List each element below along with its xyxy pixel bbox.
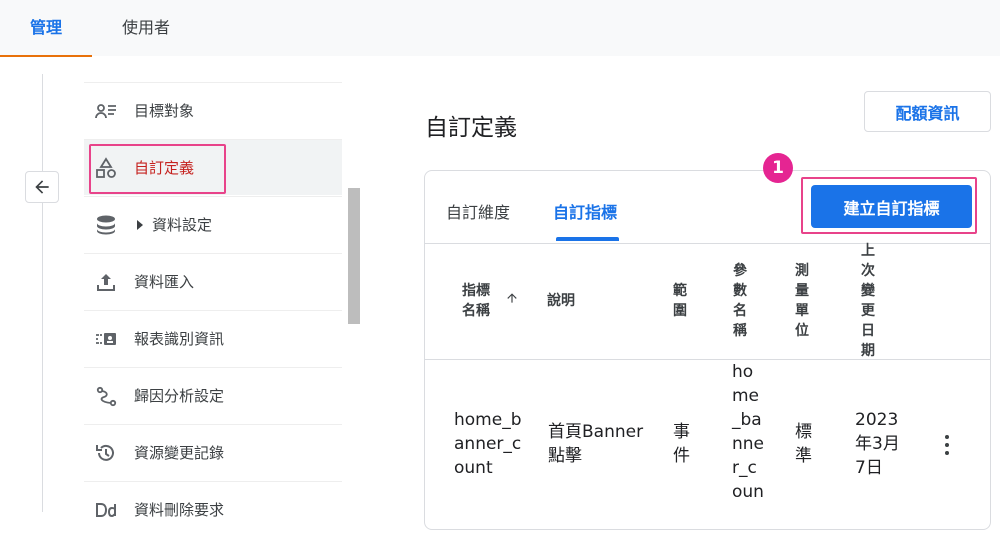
cell-event-parameter: ho me _ba nne r_c oun — [732, 362, 765, 502]
active-tab-indicator — [556, 237, 619, 241]
sidebar-item-label: 資料刪除要求 — [134, 501, 225, 519]
cell-scope: 事件 — [673, 422, 690, 466]
cell-unit: 標準 — [795, 422, 812, 466]
sidebar-item-label: 資料設定 — [152, 216, 213, 234]
back-button[interactable] — [25, 171, 59, 203]
sidebar-item-data-settings[interactable]: 資料設定 — [84, 196, 342, 252]
cell-metric-name: home_b anner_c ount — [454, 410, 522, 478]
arrow-up-icon[interactable] — [505, 291, 519, 305]
sidebar-item-attribution-settings[interactable]: 歸因分析設定 — [84, 367, 342, 423]
column-header-unit: 測量單位 — [795, 263, 809, 339]
history-icon — [94, 441, 118, 465]
sidebar-item-label: 報表識別資訊 — [134, 330, 225, 348]
data-deletion-icon — [94, 498, 118, 522]
sidebar-item-label: 資源變更記錄 — [134, 444, 225, 462]
audience-icon — [94, 99, 118, 123]
tab-admin[interactable]: 管理 — [0, 0, 92, 56]
sidebar-item-label: 歸因分析設定 — [134, 387, 225, 405]
column-header-event-parameter: 參數名稱 — [733, 263, 747, 339]
sidebar-item-data-deletion[interactable]: 資料刪除要求 — [84, 481, 342, 537]
column-header-description: 說明 — [547, 293, 575, 309]
cell-description: 首頁Banner 點擊 — [548, 422, 644, 466]
custom-definitions-card: 自訂維度 自訂指標 1 建立自訂指標 指標 名稱 說明 範圍 參數名稱 測量單位… — [424, 153, 991, 530]
rail-divider — [42, 74, 43, 512]
column-header-metric-name[interactable]: 指標 名稱 — [455, 281, 497, 321]
sidebar-scrollbar[interactable] — [348, 188, 360, 324]
attribution-icon — [94, 384, 118, 408]
sidebar-item-audiences[interactable]: 目標對象 — [84, 82, 342, 138]
shapes-icon — [94, 156, 118, 180]
sidebar-item-change-history[interactable]: 資源變更記錄 — [84, 424, 342, 480]
header-divider — [425, 243, 990, 244]
row-divider — [425, 359, 990, 360]
caret-right-icon[interactable] — [134, 219, 146, 231]
column-header-scope: 範圍 — [673, 283, 687, 319]
sidebar-item-label: 資料匯入 — [134, 273, 195, 291]
quota-info-button[interactable]: 配額資訊 — [864, 91, 991, 132]
top-bar: 管理 使用者 — [0, 0, 1000, 57]
tab-users[interactable]: 使用者 — [92, 0, 200, 56]
sidebar-item-data-import[interactable]: 資料匯入 — [84, 253, 342, 309]
step-badge: 1 — [763, 153, 793, 183]
database-icon — [94, 213, 118, 237]
column-header-last-changed: 上次變更日期 — [861, 243, 875, 359]
create-custom-metric-button[interactable]: 建立自訂指標 — [811, 185, 972, 228]
sidebar-item-label: 自訂定義 — [134, 159, 195, 177]
upload-icon — [94, 270, 118, 294]
tab-custom-dimensions[interactable]: 自訂維度 — [446, 171, 510, 243]
cell-last-changed: 2023 年3月 7日 — [855, 410, 900, 478]
sidebar-item-reporting-identity[interactable]: 報表識別資訊 — [84, 310, 342, 366]
more-vert-icon[interactable] — [937, 433, 957, 457]
identity-icon — [94, 327, 118, 351]
active-tab-indicator — [0, 55, 92, 57]
arrow-left-icon — [35, 180, 49, 194]
tab-custom-metrics[interactable]: 自訂指標 — [553, 171, 617, 243]
sidebar-item-custom-definitions[interactable]: 自訂定義 — [84, 139, 342, 195]
page-title: 自訂定義 — [425, 115, 517, 141]
sidebar-item-label: 目標對象 — [134, 102, 195, 120]
